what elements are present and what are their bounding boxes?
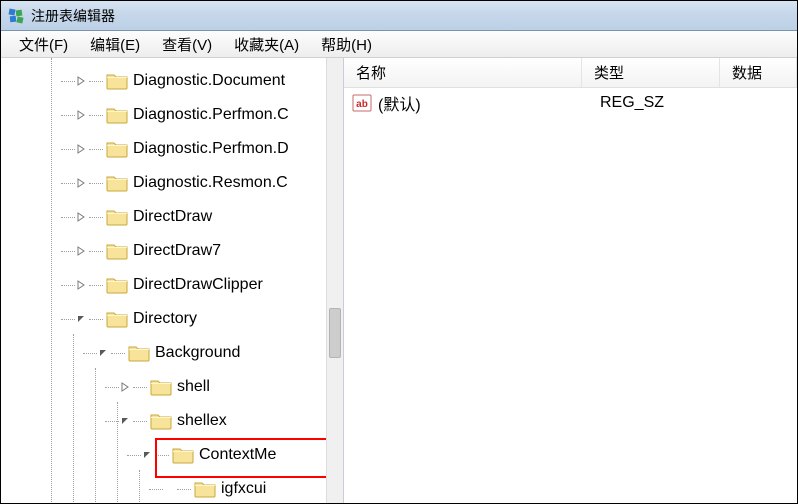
folder-icon	[105, 173, 129, 193]
tree-label: Diagnostic.Resmon.C	[133, 174, 288, 192]
tree-item-n8[interactable]: Background	[1, 336, 343, 370]
tree-item-n11[interactable]: ContextMe	[1, 438, 343, 472]
app-icon	[7, 7, 25, 25]
expand-icon[interactable]	[75, 177, 87, 189]
collapse-icon[interactable]	[75, 313, 87, 325]
expand-icon[interactable]	[75, 109, 87, 121]
menu-file[interactable]: 文件(F)	[9, 32, 78, 57]
tree-item-n4[interactable]: DirectDraw	[1, 200, 343, 234]
tree-item-n1[interactable]: Diagnostic.Perfmon.C	[1, 98, 343, 132]
menubar: 文件(F) 编辑(E) 查看(V) 收藏夹(A) 帮助(H)	[1, 31, 797, 58]
expand-icon[interactable]	[75, 75, 87, 87]
folder-icon	[149, 377, 173, 397]
folder-icon	[193, 479, 217, 499]
tree-label: DirectDraw	[133, 208, 212, 226]
string-value-icon: ab	[352, 94, 372, 112]
tree-item-n12[interactable]: igfxcui	[1, 472, 343, 503]
folder-icon	[105, 241, 129, 261]
window-title: 注册表编辑器	[31, 6, 115, 26]
tree-item-n5[interactable]: DirectDraw7	[1, 234, 343, 268]
menu-edit[interactable]: 编辑(E)	[80, 32, 150, 57]
folder-icon	[105, 207, 129, 227]
expand-icon[interactable]	[75, 211, 87, 223]
folder-icon	[105, 309, 129, 329]
tree-item-n10[interactable]: shellex	[1, 404, 343, 438]
tree-label: Diagnostic.Document	[133, 72, 285, 90]
folder-icon	[149, 411, 173, 431]
tree-panel: Diagnostic.Document Diagnostic.Perfmon.C D…	[1, 58, 344, 503]
tree-label: ContextMe	[199, 446, 276, 464]
tree-label: shellex	[177, 412, 227, 430]
tree-item-n0[interactable]: Diagnostic.Document	[1, 64, 343, 98]
tree-label: Diagnostic.Perfmon.C	[133, 106, 289, 124]
tree-label: igfxcui	[221, 480, 266, 498]
menu-help[interactable]: 帮助(H)	[311, 32, 382, 57]
value-type: REG_SZ	[600, 94, 738, 112]
tree-label: Background	[155, 344, 240, 362]
column-header-data[interactable]: 数据	[720, 58, 797, 87]
scrollbar-thumb[interactable]	[329, 308, 341, 358]
tree-item-n7[interactable]: Directory	[1, 302, 343, 336]
tree-label: Directory	[133, 310, 197, 328]
expand-icon[interactable]	[75, 279, 87, 291]
tree-label: Diagnostic.Perfmon.D	[133, 140, 289, 158]
svg-text:ab: ab	[356, 99, 368, 110]
tree-label: DirectDrawClipper	[133, 276, 263, 294]
tree-label: shell	[177, 378, 210, 396]
collapse-icon[interactable]	[141, 449, 153, 461]
tree-label: DirectDraw7	[133, 242, 221, 260]
tree-item-n9[interactable]: shell	[1, 370, 343, 404]
folder-icon	[105, 275, 129, 295]
folder-icon	[127, 343, 151, 363]
folder-icon	[105, 71, 129, 91]
value-name: (默认)	[378, 91, 600, 115]
folder-icon	[105, 139, 129, 159]
menu-favorites[interactable]: 收藏夹(A)	[224, 32, 309, 57]
column-header-name[interactable]: 名称	[344, 58, 582, 87]
expand-icon[interactable]	[119, 381, 131, 393]
collapse-icon[interactable]	[97, 347, 109, 359]
folder-icon	[171, 445, 195, 465]
tree-item-n6[interactable]: DirectDrawClipper	[1, 268, 343, 302]
values-panel: 名称 类型 数据 ab (默认) REG_SZ	[344, 58, 797, 503]
expander-none	[163, 483, 175, 495]
tree-item-n3[interactable]: Diagnostic.Resmon.C	[1, 166, 343, 200]
value-row[interactable]: ab (默认) REG_SZ	[344, 88, 797, 118]
folder-icon	[105, 105, 129, 125]
tree-item-n2[interactable]: Diagnostic.Perfmon.D	[1, 132, 343, 166]
expand-icon[interactable]	[75, 143, 87, 155]
tree-scrollbar[interactable]	[326, 58, 343, 503]
column-header-type[interactable]: 类型	[582, 58, 720, 87]
expand-icon[interactable]	[75, 245, 87, 257]
collapse-icon[interactable]	[119, 415, 131, 427]
menu-view[interactable]: 查看(V)	[152, 32, 222, 57]
